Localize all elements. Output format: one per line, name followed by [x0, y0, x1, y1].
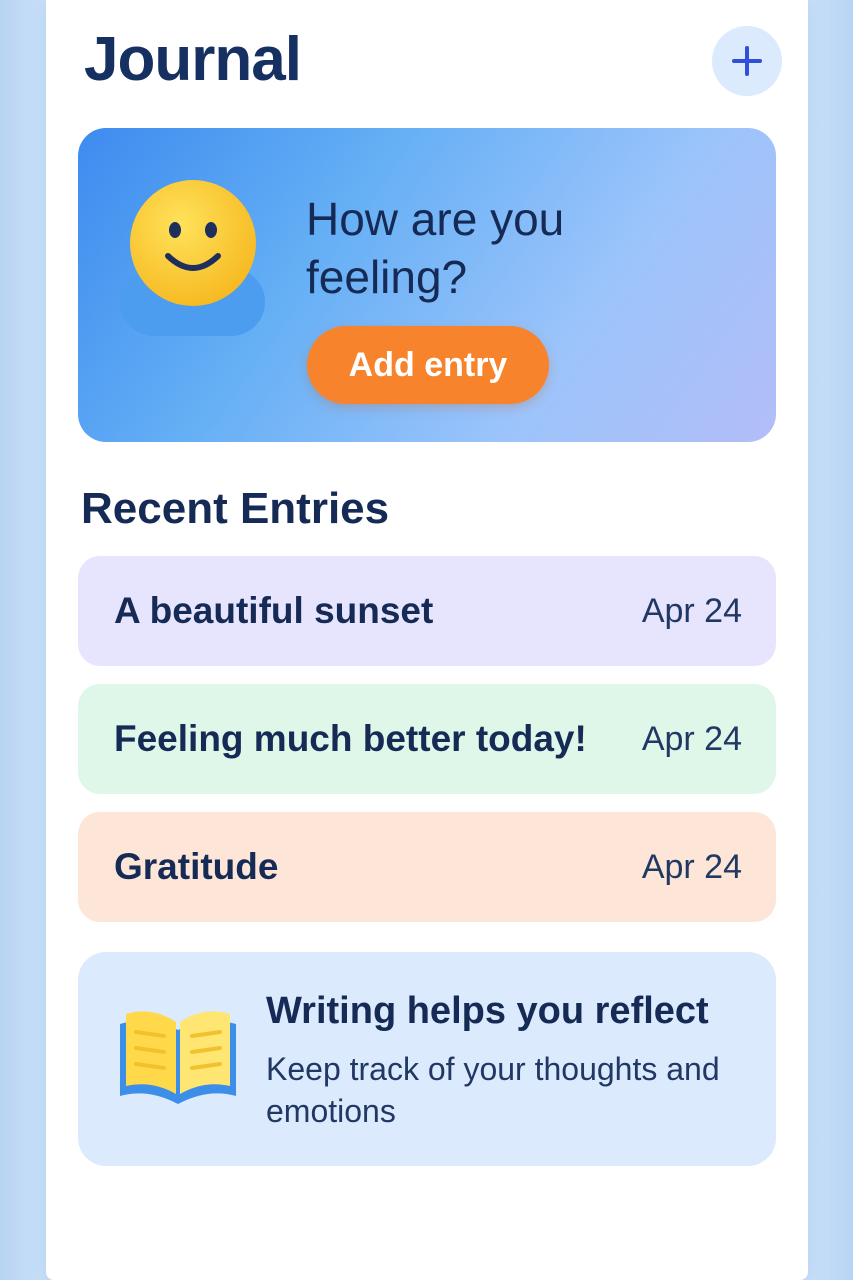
entry-title: Feeling much better today!	[114, 718, 587, 759]
recent-entries-heading: Recent Entries	[81, 484, 390, 533]
mood-card: How are you feeling? Add entry	[78, 128, 776, 442]
mood-question: How are you feeling?	[306, 193, 565, 303]
entry-card[interactable]: Feeling much better today! Apr 24	[78, 684, 776, 794]
smiley-face-icon	[130, 180, 256, 306]
tip-description: Keep track of your thoughts and emotions	[266, 1051, 720, 1129]
entry-card[interactable]: A beautiful sunset Apr 24	[78, 556, 776, 666]
entry-title: A beautiful sunset	[114, 590, 434, 631]
tip-title: Writing helps you reflect	[266, 990, 709, 1032]
add-entry-button[interactable]: Add entry	[307, 326, 549, 404]
entry-title: Gratitude	[114, 846, 279, 887]
add-entry-icon-button[interactable]	[712, 26, 782, 96]
entry-date: Apr 24	[641, 847, 742, 886]
entry-date: Apr 24	[641, 591, 742, 630]
app-screen: Journal How are you feeling? Add entry R…	[46, 0, 808, 1280]
open-book-icon	[120, 1011, 236, 1104]
plus-icon	[732, 46, 762, 76]
entry-date: Apr 24	[641, 719, 742, 758]
page-title: Journal	[84, 25, 302, 94]
reflection-tip-card: Writing helps you reflect Keep track of …	[78, 952, 776, 1166]
entry-card[interactable]: Gratitude Apr 24	[78, 812, 776, 922]
